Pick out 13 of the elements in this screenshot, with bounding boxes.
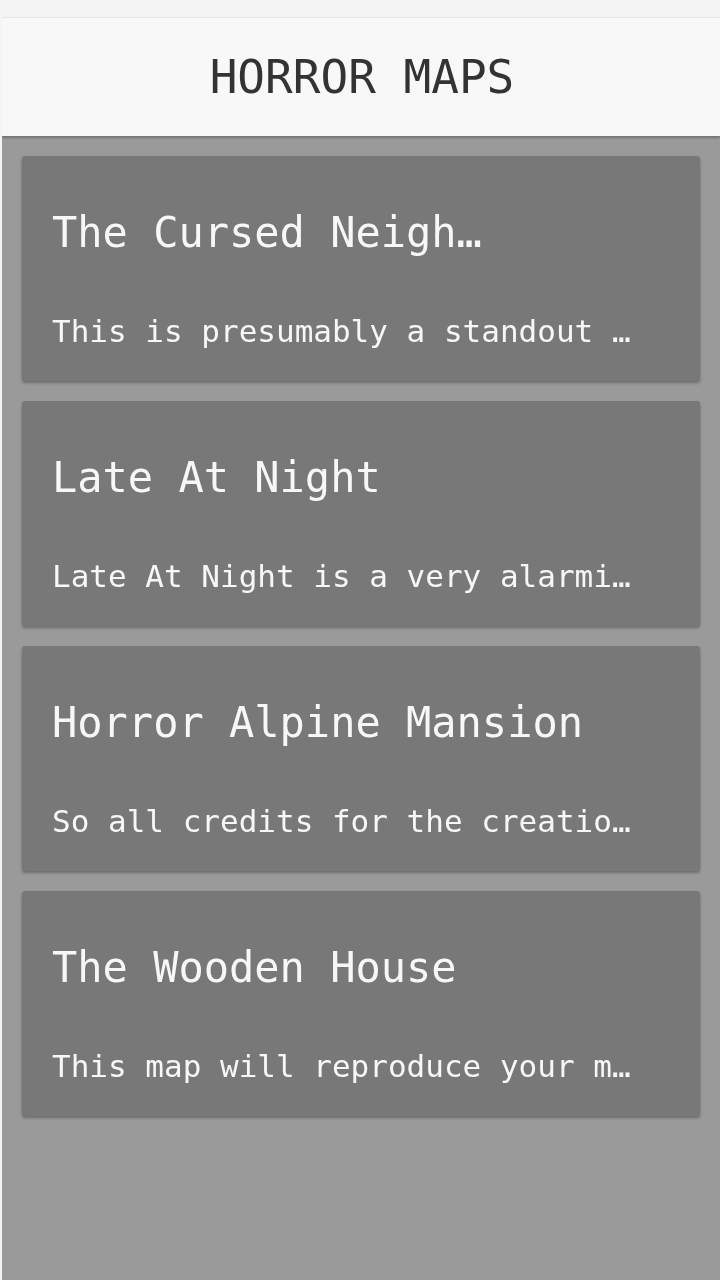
page-title: HORROR MAPS bbox=[208, 49, 515, 105]
map-description: This map will reproduce your m… bbox=[52, 1047, 631, 1086]
map-card[interactable]: The Wooden House This map will reproduce your m… bbox=[22, 891, 700, 1116]
map-title: The Wooden House bbox=[52, 943, 457, 993]
map-card[interactable]: Horror Alpine Mansion So all credits for the creatio… bbox=[22, 646, 700, 871]
map-card[interactable]: The Cursed Neigh… This is presumably a standout … bbox=[22, 156, 700, 381]
map-title: Horror Alpine Mansion bbox=[52, 698, 583, 748]
map-title: The Cursed Neigh… bbox=[52, 208, 482, 258]
map-description: So all credits for the creatio… bbox=[52, 802, 631, 841]
map-card[interactable]: Late At Night Late At Night is a very alarmi… bbox=[22, 401, 700, 626]
map-description: This is presumably a standout … bbox=[52, 312, 631, 351]
map-description: Late At Night is a very alarmi… bbox=[52, 557, 631, 596]
map-title: Late At Night bbox=[52, 453, 381, 503]
